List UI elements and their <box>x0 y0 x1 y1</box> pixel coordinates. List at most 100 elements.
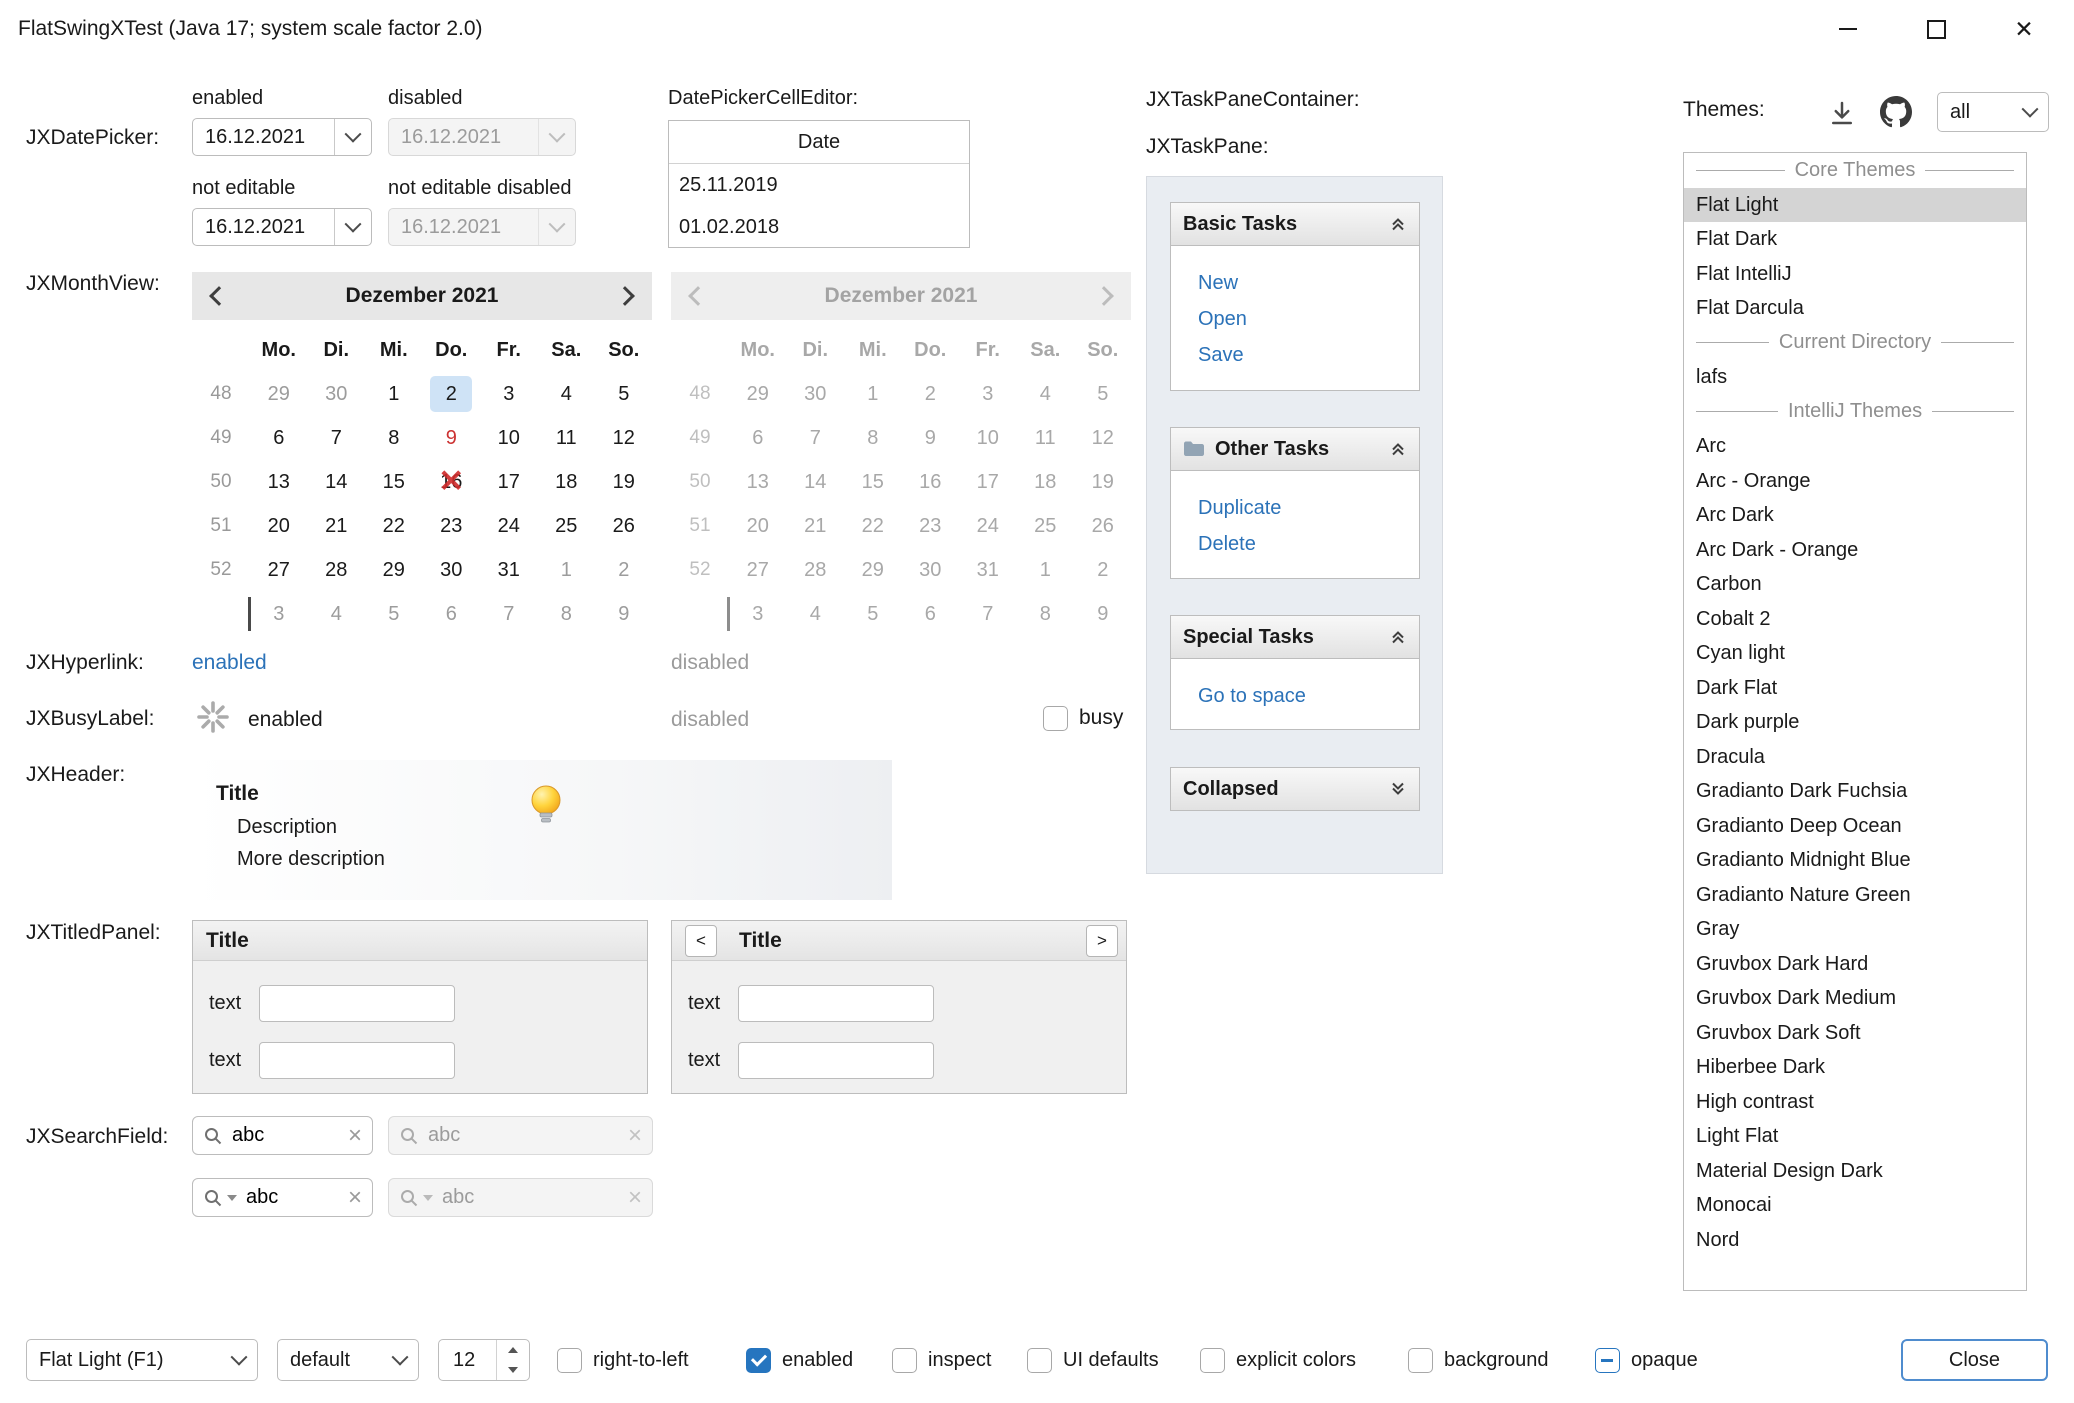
checkbox-inspect[interactable]: inspect <box>892 1346 991 1374</box>
titled-panel-right-arrow-button[interactable]: > <box>1086 925 1118 957</box>
theme-item-dark-flat[interactable]: Dark Flat <box>1684 671 2026 706</box>
github-button[interactable] <box>1878 94 1914 130</box>
day-cell[interactable]: 30 <box>308 372 366 416</box>
day-cell[interactable]: 1 <box>365 372 423 416</box>
theme-item-gray[interactable]: Gray <box>1684 912 2026 947</box>
day-cell[interactable]: 3 <box>480 372 538 416</box>
day-cell[interactable]: 20 <box>250 504 308 548</box>
spinner-down-button[interactable] <box>497 1360 529 1380</box>
day-cell[interactable]: 25 <box>538 504 596 548</box>
table-row[interactable]: 25.11.2019 <box>669 164 969 206</box>
day-cell[interactable]: 2 <box>423 372 481 416</box>
table-column-header-date[interactable]: Date <box>669 121 969 164</box>
day-cell[interactable]: 30 <box>423 548 481 592</box>
checkbox-explicit-colors[interactable]: explicit colors <box>1200 1346 1356 1374</box>
datepicker-dropdown-button[interactable] <box>334 119 371 155</box>
prev-month-button[interactable] <box>192 272 246 320</box>
theme-item-hiberbee-dark[interactable]: Hiberbee Dark <box>1684 1050 2026 1085</box>
theme-item-dracula[interactable]: Dracula <box>1684 740 2026 775</box>
theme-item-cobalt-2[interactable]: Cobalt 2 <box>1684 602 2026 637</box>
checkbox-busy[interactable]: busy <box>1043 704 1123 732</box>
window-close-button[interactable]: ✕ <box>1980 0 2068 58</box>
theme-item-flat-light[interactable]: Flat Light <box>1684 188 2026 223</box>
day-cell[interactable]: 5 <box>365 592 423 636</box>
theme-item-gradianto-midnight-blue[interactable]: Gradianto Midnight Blue <box>1684 843 2026 878</box>
day-cell[interactable]: 9 <box>595 592 653 636</box>
datepicker-enabled[interactable]: 16.12.2021 <box>192 118 372 156</box>
day-cell[interactable]: 3 <box>250 592 308 636</box>
day-cell[interactable]: 8 <box>365 416 423 460</box>
theme-item-gradianto-dark-fuchsia[interactable]: Gradianto Dark Fuchsia <box>1684 774 2026 809</box>
day-cell[interactable]: 31 <box>480 548 538 592</box>
caret-down-icon[interactable] <box>227 1195 237 1201</box>
theme-item-flat-darcula[interactable]: Flat Darcula <box>1684 291 2026 326</box>
task-link-open[interactable]: Open <box>1198 301 1419 337</box>
close-button[interactable]: Close <box>1901 1339 2048 1381</box>
day-cell[interactable]: 4 <box>538 372 596 416</box>
theme-item-lafs[interactable]: lafs <box>1684 360 2026 395</box>
day-cell[interactable]: 29 <box>365 548 423 592</box>
titled-panel-text-input[interactable] <box>738 1042 934 1079</box>
theme-item-cyan-light[interactable]: Cyan light <box>1684 636 2026 671</box>
hyperlink-enabled[interactable]: enabled <box>192 651 267 675</box>
themes-filter-combobox[interactable]: all <box>1937 92 2049 132</box>
day-cell[interactable]: 21 <box>308 504 366 548</box>
theme-item-light-flat[interactable]: Light Flat <box>1684 1119 2026 1154</box>
day-cell[interactable]: 16✕ <box>423 460 481 504</box>
day-cell[interactable]: 26 <box>595 504 653 548</box>
day-cell[interactable]: 29 <box>250 372 308 416</box>
checkbox-opaque[interactable]: opaque <box>1595 1346 1698 1374</box>
day-cell[interactable]: 8 <box>538 592 596 636</box>
day-cell[interactable]: 12 <box>595 416 653 460</box>
theme-item-arc-dark[interactable]: Arc Dark <box>1684 498 2026 533</box>
font-size-spinner[interactable]: 12 <box>438 1339 530 1381</box>
search-input[interactable] <box>232 1124 339 1147</box>
theme-item-flat-dark[interactable]: Flat Dark <box>1684 222 2026 257</box>
checkbox-background[interactable]: background <box>1408 1346 1549 1374</box>
day-cell[interactable]: 9 <box>423 416 481 460</box>
theme-item-arc-dark-orange[interactable]: Arc Dark - Orange <box>1684 533 2026 568</box>
taskpane-header-collapsed[interactable]: Collapsed <box>1170 767 1420 811</box>
taskpane-header-other-tasks[interactable]: Other Tasks <box>1170 427 1420 471</box>
day-cell[interactable]: 4 <box>308 592 366 636</box>
style-combobox[interactable]: default <box>277 1339 419 1381</box>
task-link-new[interactable]: New <box>1198 265 1419 301</box>
task-link-duplicate[interactable]: Duplicate <box>1198 490 1419 526</box>
titled-panel-text-input[interactable] <box>259 985 455 1022</box>
day-cell[interactable]: 23 <box>423 504 481 548</box>
spinner-up-button[interactable] <box>497 1340 529 1360</box>
theme-item-arc-orange[interactable]: Arc - Orange <box>1684 464 2026 499</box>
theme-item-gruvbox-dark-hard[interactable]: Gruvbox Dark Hard <box>1684 947 2026 982</box>
theme-item-dark-purple[interactable]: Dark purple <box>1684 705 2026 740</box>
day-cell[interactable]: 11 <box>538 416 596 460</box>
maximize-button[interactable] <box>1892 0 1980 58</box>
day-cell[interactable]: 5 <box>595 372 653 416</box>
laf-combobox[interactable]: Flat Light (F1) <box>26 1339 258 1381</box>
theme-item-nord[interactable]: Nord <box>1684 1223 2026 1258</box>
theme-item-carbon[interactable]: Carbon <box>1684 567 2026 602</box>
theme-item-material-design-dark[interactable]: Material Design Dark <box>1684 1154 2026 1189</box>
datepicker-not-editable[interactable]: 16.12.2021 <box>192 208 372 246</box>
theme-item-high-contrast[interactable]: High contrast <box>1684 1085 2026 1120</box>
task-link-delete[interactable]: Delete <box>1198 526 1419 562</box>
day-cell[interactable]: 14 <box>308 460 366 504</box>
day-cell[interactable]: 2 <box>595 548 653 592</box>
taskpane-header-basic-tasks[interactable]: Basic Tasks <box>1170 202 1420 246</box>
theme-item-gruvbox-dark-medium[interactable]: Gruvbox Dark Medium <box>1684 981 2026 1016</box>
day-cell[interactable]: 27 <box>250 548 308 592</box>
checkbox-right-to-left[interactable]: right-to-left <box>557 1346 689 1374</box>
theme-item-gradianto-deep-ocean[interactable]: Gradianto Deep Ocean <box>1684 809 2026 844</box>
day-cell[interactable]: 17 <box>480 460 538 504</box>
theme-item-flat-intellij[interactable]: Flat IntelliJ <box>1684 257 2026 292</box>
clear-icon[interactable]: × <box>348 1124 362 1148</box>
next-month-button[interactable] <box>598 272 652 320</box>
day-cell[interactable]: 24 <box>480 504 538 548</box>
day-cell[interactable]: 10 <box>480 416 538 460</box>
day-cell[interactable]: 7 <box>480 592 538 636</box>
theme-item-monocai[interactable]: Monocai <box>1684 1188 2026 1223</box>
download-themes-button[interactable] <box>1824 95 1860 131</box>
titled-panel-left-arrow-button[interactable]: < <box>685 925 717 957</box>
taskpane-header-special-tasks[interactable]: Special Tasks <box>1170 615 1420 659</box>
clear-icon[interactable]: × <box>348 1186 362 1210</box>
checkbox-ui-defaults[interactable]: UI defaults <box>1027 1346 1159 1374</box>
